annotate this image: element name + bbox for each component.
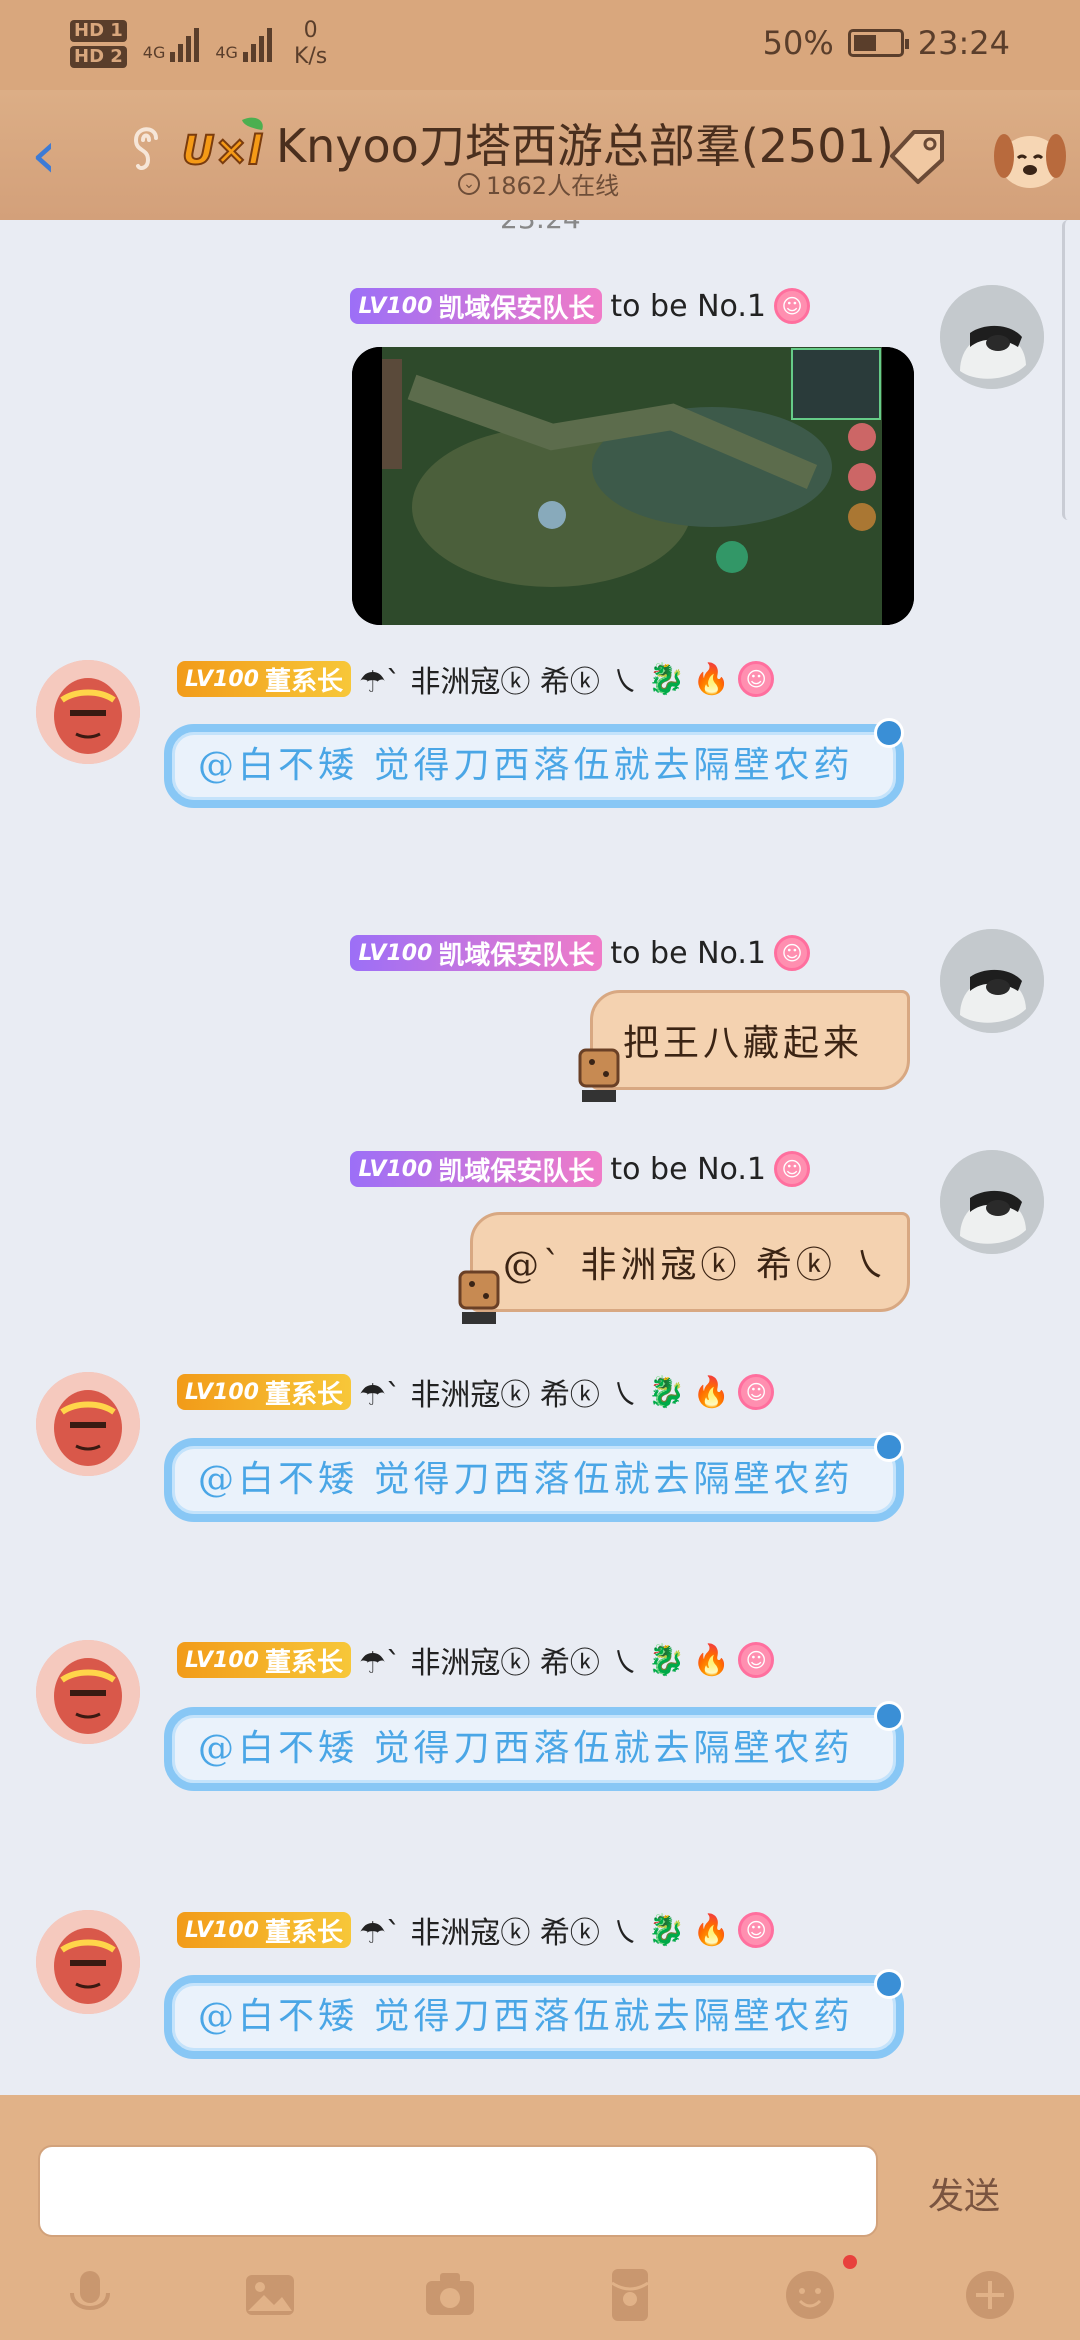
signal-1-icon: 4G: [143, 26, 200, 62]
fire-emoji-icon: 🔥: [692, 661, 731, 697]
sender-row: LV100 凯域保安队长 to be No.1 ☺: [350, 1149, 810, 1189]
online-count[interactable]: ⌄ 1862人在线: [458, 166, 619, 201]
game-screenshot-image[interactable]: [352, 347, 914, 625]
sender-nickname: ☂ˋ 非洲寇ⓚ 希ⓚ ㇏: [358, 665, 640, 700]
svg-text:U×l: U×l: [182, 128, 263, 172]
message-text: @白不矮 觉得刀西落伍就去隔壁农药: [198, 1728, 854, 1769]
message-bubble[interactable]: @白不矮 觉得刀西落伍就去隔壁农药: [164, 1969, 904, 2059]
sender-nickname: to be No.1: [610, 1151, 766, 1187]
microphone-icon[interactable]: [60, 2265, 120, 2325]
send-button[interactable]: 发送: [928, 2167, 1000, 2219]
image-icon[interactable]: [240, 2265, 300, 2325]
avatar[interactable]: [940, 285, 1044, 389]
back-arrow-icon[interactable]: ‹: [14, 120, 74, 190]
timestamp: 23:24: [500, 220, 581, 235]
ear-icon[interactable]: [126, 118, 166, 174]
message-bubble[interactable]: @白不矮 觉得刀西落伍就去隔壁农药: [164, 718, 904, 808]
smile-emoji-icon: ☺: [774, 1151, 810, 1187]
notification-dot: [843, 2255, 857, 2269]
red-packet-icon[interactable]: [600, 2265, 660, 2325]
sender-nickname: ☂ˋ 非洲寇ⓚ 希ⓚ ㇏: [358, 1378, 640, 1413]
dice-icon: [454, 1268, 504, 1328]
level-badge: LV100 凯域保安队长: [350, 935, 603, 971]
emoji-icon[interactable]: [780, 2265, 840, 2325]
dragon-emoji-icon: 🐉: [647, 661, 685, 697]
input-toolbar: [0, 2255, 1080, 2335]
sender-row: LV100 董系长 ☂ˋ 非洲寇ⓚ 希ⓚ ㇏ 🐉 🔥 ☺: [177, 1372, 775, 1413]
message-bubble[interactable]: @白不矮 觉得刀西落伍就去隔壁农药: [164, 1701, 904, 1791]
message-text: 把王八藏起来: [623, 1023, 864, 1064]
message-list[interactable]: 23:24 LV100凯域保安队长 to be No.1 ☺ LV100董系长 …: [0, 220, 1080, 2095]
smile-emoji-icon: ☺: [738, 661, 775, 697]
level-badge: LV100 董系长: [177, 661, 351, 697]
avatar[interactable]: [940, 929, 1044, 1033]
scrollbar[interactable]: [1062, 220, 1080, 520]
battery-icon: [847, 29, 909, 57]
group-logo: U×l: [180, 116, 272, 175]
hd-indicator: HD 1 HD 2: [70, 20, 127, 68]
level-badge: LV100 凯域保安队长: [350, 1151, 603, 1187]
level-badge: LV100 董系长: [177, 1642, 351, 1678]
sender-nickname: ☂ˋ 非洲寇ⓚ 希ⓚ ㇏: [358, 1916, 640, 1951]
smile-emoji-icon: ☺: [774, 288, 810, 324]
dog-avatar-icon[interactable]: [990, 116, 1070, 196]
chat-header: ‹ U×l Knyoo刀塔西游总部羣(2501) ⌄ 1862人在线: [0, 90, 1080, 220]
network-speed: 0 K/s: [293, 18, 328, 69]
status-left: HD 1 HD 2 4G 4G 0 K/s: [70, 18, 327, 70]
fire-emoji-icon: 🔥: [692, 1642, 731, 1678]
message-input[interactable]: [38, 2145, 878, 2237]
chevron-down-icon: ⌄: [458, 172, 480, 195]
fire-emoji-icon: 🔥: [692, 1374, 731, 1410]
signal-2-icon: 4G: [215, 26, 272, 62]
sender-nickname: to be No.1: [610, 935, 766, 971]
level-badge: LV100 凯域保安队长: [350, 288, 603, 324]
globe-icon: [874, 1432, 904, 1462]
message-text: @白不矮 觉得刀西落伍就去隔壁农药: [198, 745, 854, 786]
hd1-label: HD 1: [70, 20, 127, 42]
message-text: @白不矮 觉得刀西落伍就去隔壁农药: [198, 1459, 854, 1500]
avatar[interactable]: [940, 1150, 1044, 1254]
online-text: 1862人在线: [486, 172, 620, 200]
globe-icon: [874, 1701, 904, 1731]
sender-row: LV100 董系长 ☂ˋ 非洲寇ⓚ 希ⓚ ㇏ 🐉 🔥 ☺: [177, 1640, 775, 1681]
sender-row: LV100 董系长 ☂ˋ 非洲寇ⓚ 希ⓚ ㇏ 🐉 🔥 ☺: [177, 1910, 775, 1951]
dice-icon: [574, 1046, 624, 1106]
level-badge: LV100 董系长: [177, 1912, 351, 1948]
globe-icon: [874, 1969, 904, 1999]
sender-row: LV100 董系长 ☂ˋ 非洲寇ⓚ 希ⓚ ㇏ 🐉 🔥 ☺: [177, 659, 775, 700]
message-bubble[interactable]: @ˋ 非洲寇ⓚ 希ⓚ ㇏: [470, 1212, 910, 1312]
status-right: 50% 23:24: [763, 24, 1010, 62]
smile-emoji-icon: ☺: [738, 1912, 775, 1948]
smile-emoji-icon: ☺: [738, 1374, 775, 1410]
level-badge: LV100 董系长: [177, 1374, 351, 1410]
camera-icon[interactable]: [420, 2265, 480, 2325]
tag-icon[interactable]: [884, 122, 954, 186]
sender-nickname: ☂ˋ 非洲寇ⓚ 希ⓚ ㇏: [358, 1646, 640, 1681]
hd2-label: HD 2: [70, 46, 127, 68]
avatar[interactable]: [36, 1372, 140, 1476]
dragon-emoji-icon: 🐉: [647, 1642, 685, 1678]
smile-emoji-icon: ☺: [774, 935, 810, 971]
smile-emoji-icon: ☺: [738, 1642, 775, 1678]
sender-nickname: to be No.1: [610, 288, 766, 324]
message-text: @ˋ 非洲寇ⓚ 希ⓚ ㇏: [503, 1245, 892, 1286]
fire-emoji-icon: 🔥: [692, 1912, 731, 1948]
dragon-emoji-icon: 🐉: [647, 1912, 685, 1948]
status-bar: HD 1 HD 2 4G 4G 0 K/s 50% 23:24: [0, 0, 1080, 90]
sender-row: LV100 凯域保安队长 to be No.1 ☺: [350, 286, 810, 326]
avatar[interactable]: [36, 1640, 140, 1744]
sender-row: LV100 凯域保安队长 to be No.1 ☺: [350, 933, 810, 973]
avatar[interactable]: [36, 1910, 140, 2014]
globe-icon: [874, 718, 904, 748]
message-text: @白不矮 觉得刀西落伍就去隔壁农药: [198, 1996, 854, 2037]
plus-icon[interactable]: [960, 2265, 1020, 2325]
clock: 23:24: [917, 24, 1010, 62]
battery-percent: 50%: [762, 24, 834, 62]
message-bubble[interactable]: 把王八藏起来: [590, 990, 910, 1090]
avatar[interactable]: [36, 660, 140, 764]
dragon-emoji-icon: 🐉: [647, 1374, 685, 1410]
message-bubble[interactable]: @白不矮 觉得刀西落伍就去隔壁农药: [164, 1432, 904, 1522]
input-bar: 发送: [0, 2095, 1080, 2340]
